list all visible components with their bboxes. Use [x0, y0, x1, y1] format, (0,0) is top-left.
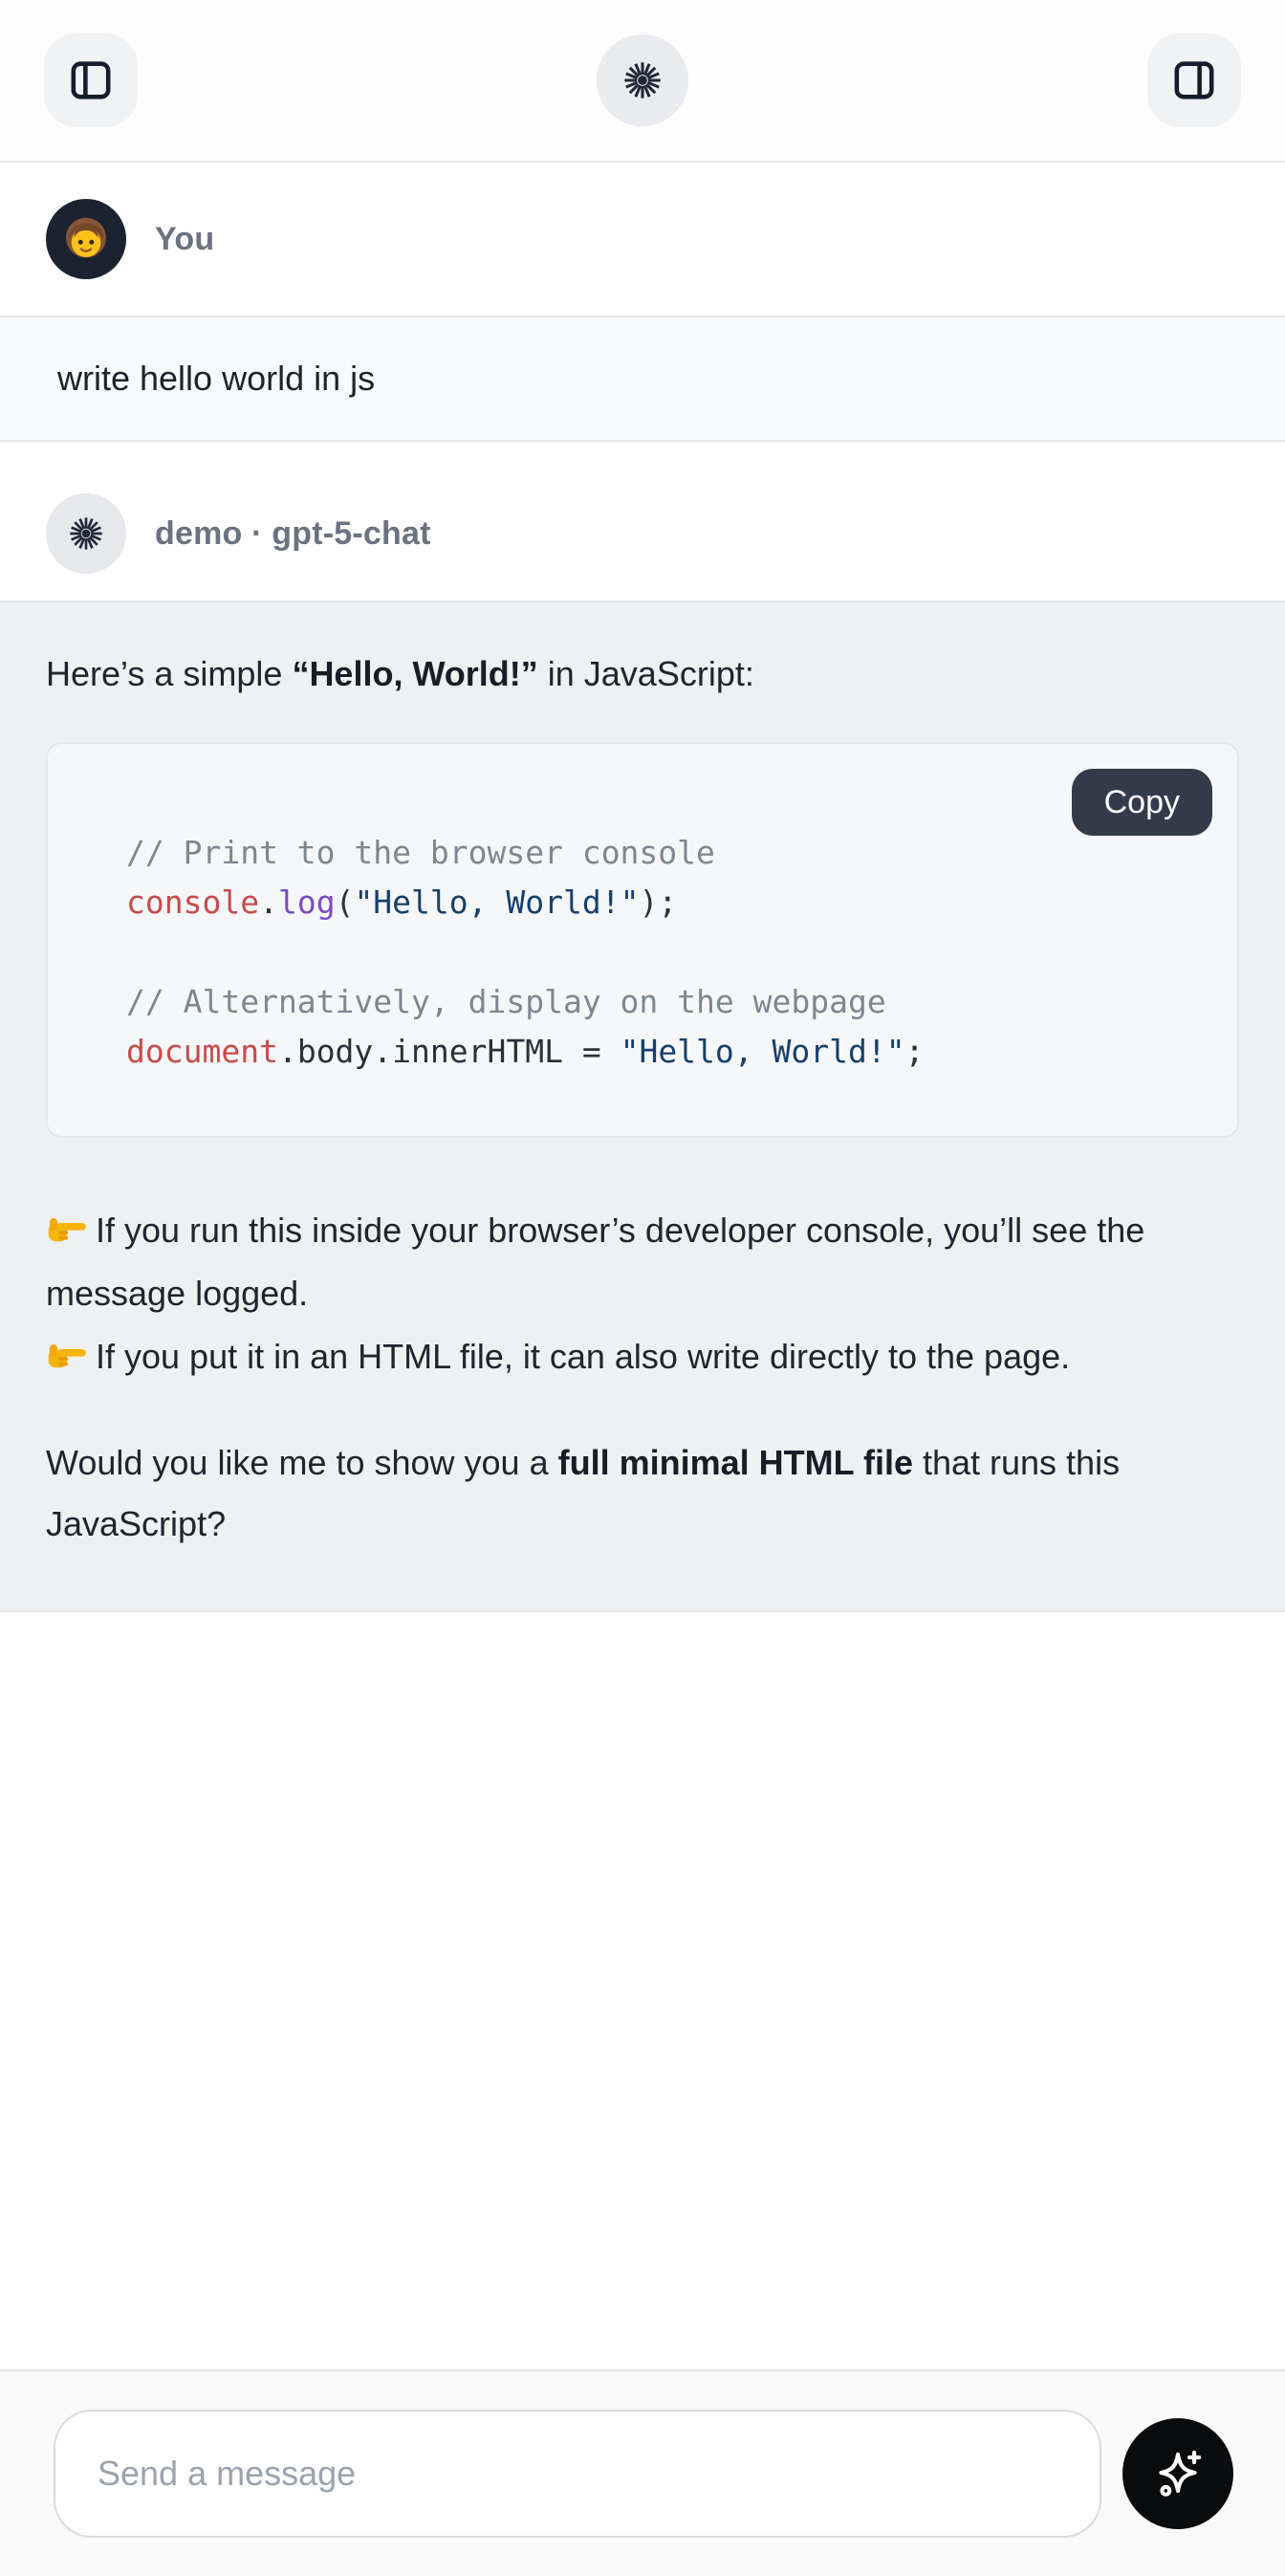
panel-left-icon — [66, 55, 116, 105]
assistant-avatar — [46, 493, 126, 574]
composer-bar — [0, 2369, 1285, 2576]
note-line: If you run this inside your browser’s de… — [46, 1199, 1239, 1325]
assistant-message: Here’s a simple “Hello, World!” in JavaS… — [0, 600, 1285, 1612]
toggle-left-sidebar-button[interactable] — [44, 33, 138, 127]
code-line-console-log: console.log("Hello, World!"); — [126, 878, 1199, 928]
note-text: If you run this inside your browser’s de… — [46, 1211, 1144, 1313]
toggle-right-sidebar-button[interactable] — [1147, 33, 1241, 127]
copy-code-button[interactable]: Copy — [1072, 769, 1212, 836]
assistant-sender-row: demo · gpt-5-chat — [0, 442, 1285, 600]
code-content: // Print to the browser console console.… — [126, 828, 1199, 1077]
assistant-intro-paragraph: Here’s a simple “Hello, World!” in JavaS… — [46, 650, 1239, 698]
assistant-followup-paragraph: Would you like me to show you a full min… — [46, 1432, 1239, 1555]
code-line-blank — [126, 928, 1199, 977]
assistant-notes-paragraph: If you run this inside your browser’s de… — [46, 1199, 1239, 1388]
intro-text: Here’s a simple — [46, 654, 292, 693]
code-line-document-body: document.body.innerHTML = "Hello, World!… — [126, 1027, 1199, 1077]
send-button[interactable] — [1122, 2418, 1233, 2529]
code-line-comment2: // Alternatively, display on the webpage — [126, 977, 1199, 1027]
point-right-emoji — [46, 1210, 88, 1248]
message-input[interactable] — [54, 2410, 1101, 2538]
model-spinner-chip — [597, 34, 688, 126]
followup-bold-text: full minimal HTML file — [558, 1443, 913, 1482]
sparkle-icon — [1148, 2444, 1208, 2503]
assistant-sender-label: demo · gpt-5-chat — [155, 515, 431, 553]
user-sender-label: You — [155, 221, 214, 258]
note-text: If you put it in an HTML file, it can al… — [96, 1337, 1070, 1376]
note-line: If you put it in an HTML file, it can al… — [46, 1325, 1239, 1388]
user-message: write hello world in js — [0, 316, 1285, 442]
code-block: Copy // Print to the browser console con… — [46, 742, 1239, 1138]
intro-bold-text: “Hello, World!” — [292, 654, 537, 693]
user-sender-row: 🧑 You — [0, 163, 1285, 316]
person-emoji-icon — [61, 214, 111, 264]
starburst-spinner-icon — [616, 54, 669, 107]
point-right-emoji — [46, 1336, 88, 1374]
starburst-icon — [62, 510, 110, 557]
user-avatar: 🧑 — [46, 199, 126, 279]
top-bar — [0, 0, 1285, 163]
followup-text: Would you like me to show you a — [46, 1443, 558, 1482]
intro-text-post: in JavaScript: — [538, 654, 754, 693]
user-message-text: write hello world in js — [57, 359, 375, 399]
code-line-comment: // Print to the browser console — [126, 828, 1199, 878]
panel-right-icon — [1169, 55, 1219, 105]
